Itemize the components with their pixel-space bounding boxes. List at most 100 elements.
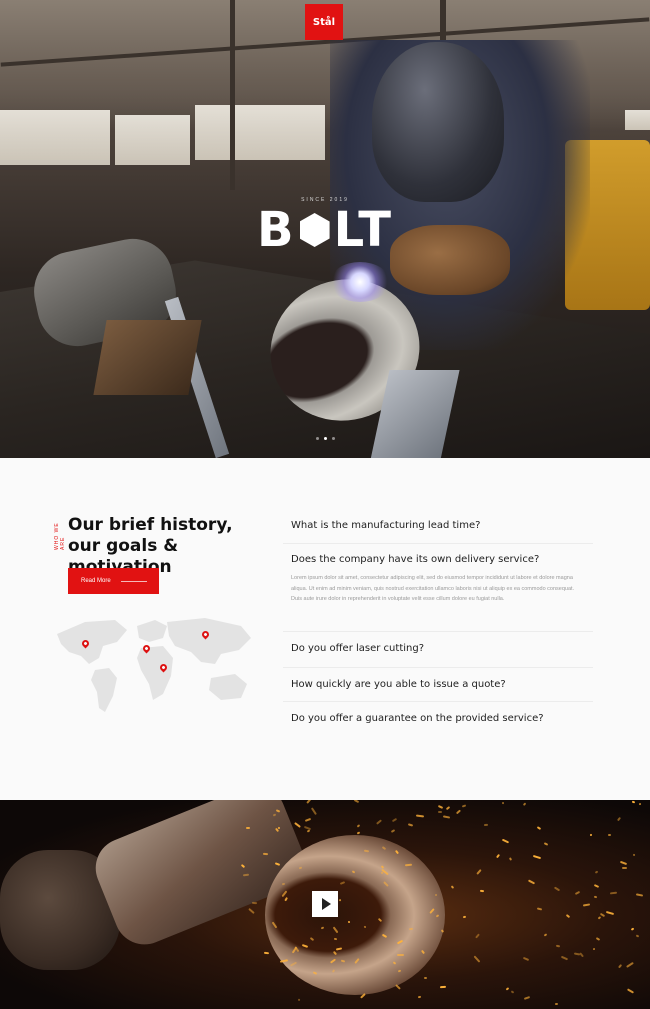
play-icon [321, 898, 331, 910]
spark-dot [434, 893, 438, 897]
spark-dot [633, 853, 637, 857]
spark-dot [508, 856, 512, 861]
hero-title-left: B [257, 202, 296, 258]
video-pipe [265, 835, 445, 995]
spark-dot [297, 998, 302, 1002]
spark-dot [248, 908, 256, 915]
spark-dot [582, 902, 590, 907]
spark-dot [242, 873, 249, 877]
arrow-line-icon [120, 580, 147, 582]
spark-dot [473, 955, 481, 963]
spark-dot [306, 829, 310, 833]
spark-dot [416, 815, 425, 818]
faq-question[interactable]: Do you offer a guarantee on the provided… [291, 713, 585, 724]
spark-dot [461, 804, 466, 808]
map-europe [137, 620, 167, 642]
spark-dot [480, 889, 485, 893]
hero-beam [230, 0, 235, 190]
faq-question[interactable]: What is the manufacturing lead time? [291, 520, 585, 531]
spark-dot [304, 818, 311, 823]
spark-dot [596, 936, 601, 941]
spark-dot [631, 800, 635, 804]
spark-dot [565, 914, 570, 919]
faq-item-open[interactable]: Does the company have its own delivery s… [283, 544, 593, 632]
hero-title: B LT [225, 206, 425, 254]
spark-dot [522, 801, 527, 806]
spark-dot [523, 957, 530, 962]
faq-item[interactable]: Do you offer laser cutting? [283, 632, 593, 668]
hero-window [625, 110, 650, 130]
spark-dot [626, 961, 634, 968]
spark-dot [439, 985, 446, 989]
spark-dot [600, 912, 606, 917]
spark-dot [417, 995, 421, 999]
spark-dot [617, 817, 622, 822]
hero-slider-dots [0, 437, 650, 440]
faq-question[interactable]: Does the company have its own delivery s… [291, 554, 585, 565]
spark-dot [560, 955, 568, 960]
site-logo[interactable]: Stål [305, 4, 343, 40]
spark-dot [555, 944, 560, 948]
read-more-button[interactable]: Read More [68, 568, 159, 594]
spark-dot [476, 868, 482, 875]
spark-dot [356, 831, 360, 835]
spark-dot [619, 861, 628, 866]
spark-dot [595, 869, 600, 874]
slider-dot[interactable] [315, 437, 319, 440]
faq-question[interactable]: How quickly are you able to issue a quot… [291, 679, 585, 690]
map-north-america [57, 620, 127, 664]
spark-dot [245, 826, 250, 829]
spark-dot [306, 800, 312, 805]
spark-dot [523, 996, 530, 1001]
spark-dot [536, 826, 542, 830]
spark-dot [396, 953, 404, 956]
hero-banner: Stål SINCE 2019 B LT [0, 0, 650, 458]
spark-dot [579, 952, 585, 958]
world-map-icon [55, 612, 255, 722]
faq-item[interactable]: Do you offer a guarantee on the provided… [283, 702, 593, 736]
spark-dot [554, 1003, 558, 1006]
spark-dot [391, 829, 396, 834]
slider-dot-active[interactable] [323, 437, 327, 440]
spark-dot [293, 822, 301, 829]
spark-dot [592, 947, 596, 951]
hero-title-right: LT [333, 202, 393, 258]
section-side-label: WHO WE ARE [54, 522, 66, 550]
play-video-button[interactable] [312, 891, 338, 917]
spark-dot [543, 842, 549, 846]
spark-dot [262, 852, 268, 855]
spark-dot [462, 915, 466, 919]
slider-dot[interactable] [331, 437, 335, 440]
faq-item[interactable]: What is the manufacturing lead time? [283, 510, 593, 544]
spark-dot [609, 891, 618, 895]
hero-kicker: SINCE 2019 [301, 197, 349, 203]
hexagon-icon [299, 213, 330, 247]
faq-item[interactable]: How quickly are you able to issue a quot… [283, 668, 593, 702]
hero-window [0, 110, 110, 165]
spark-dot [627, 988, 635, 994]
spark-dot [505, 987, 509, 991]
hero-window [115, 115, 190, 165]
spark-dot [543, 933, 547, 937]
spark-dot [363, 849, 369, 853]
map-asia [167, 618, 251, 664]
spark-dot [636, 892, 644, 897]
welding-helmet [372, 42, 504, 202]
read-more-label: Read More [81, 578, 111, 584]
spark-dot [501, 801, 505, 805]
spark-dot [264, 951, 270, 955]
hero-window [195, 105, 325, 160]
spark-dot [333, 937, 338, 940]
map-africa [137, 646, 173, 700]
spark-dot [442, 815, 450, 819]
faq-accordion: What is the manufacturing lead time? Doe… [283, 510, 593, 736]
steel-bar [93, 320, 202, 395]
faq-question[interactable]: Do you offer laser cutting? [291, 643, 585, 654]
spark-dot [618, 963, 623, 968]
spark-dot [573, 952, 581, 956]
faq-answer: Lorem ipsum dolor sit amet, consectetur … [291, 575, 575, 602]
spark-dot [575, 891, 581, 896]
spark-dot [311, 807, 318, 815]
spark-dot [528, 879, 536, 885]
spark-dot [394, 983, 401, 990]
